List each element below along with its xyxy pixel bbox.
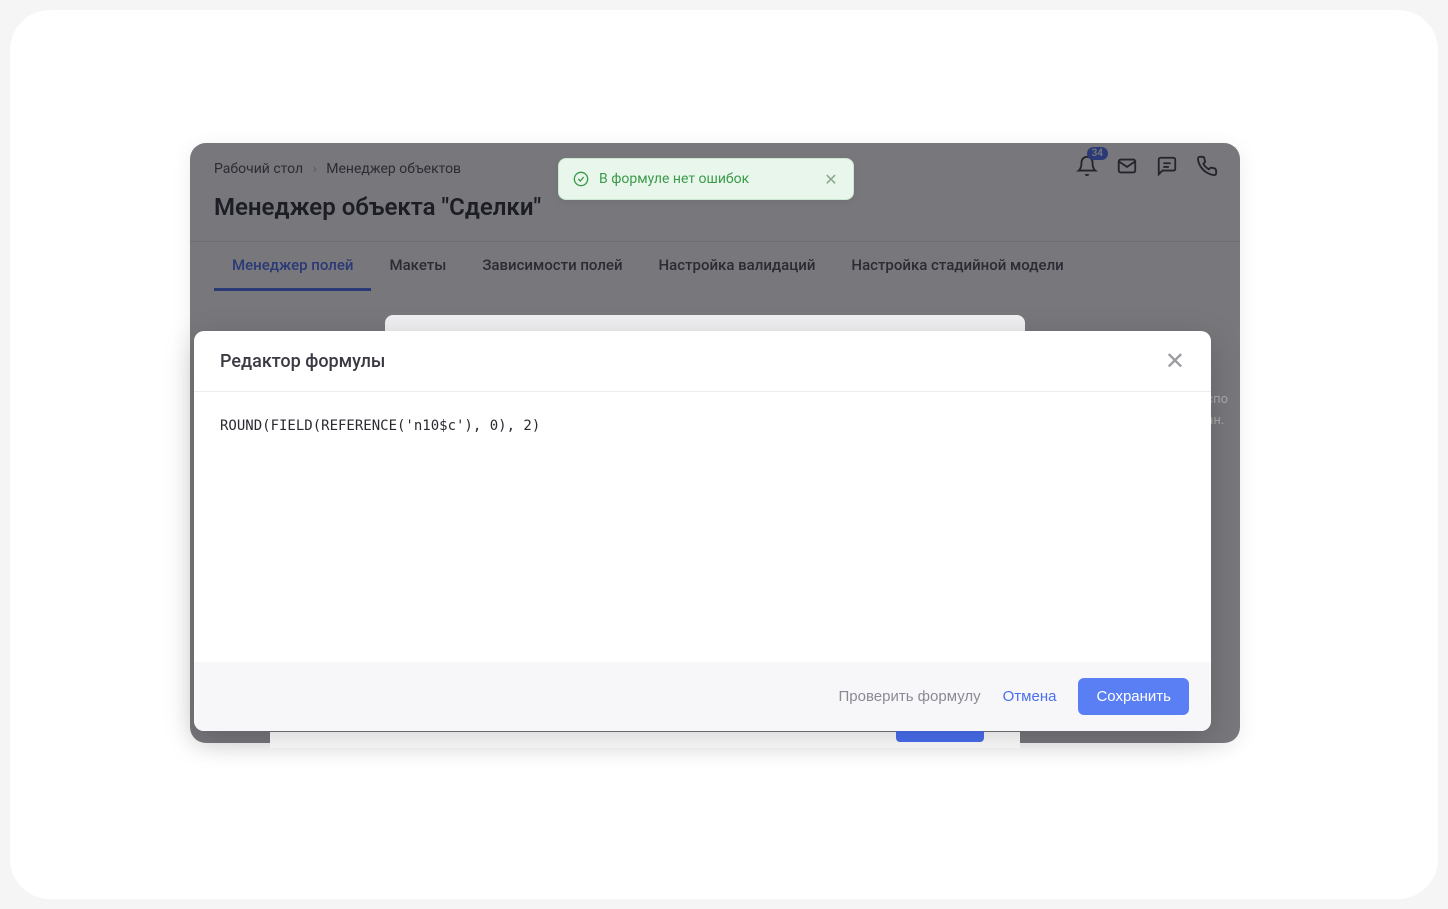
check-circle-icon [573, 171, 589, 187]
check-formula-button[interactable]: Проверить формулу [839, 688, 981, 705]
bottom-strip [270, 732, 1020, 748]
close-icon[interactable]: ✕ [823, 171, 839, 187]
button-edge-indicator [896, 730, 984, 742]
modal-header: Редактор формулы ✕ [194, 331, 1211, 392]
save-button[interactable]: Сохранить [1078, 678, 1189, 715]
cancel-button[interactable]: Отмена [1003, 688, 1057, 705]
formula-input[interactable]: ROUND(FIELD(REFERENCE('n10$c'), 0), 2) [208, 402, 1197, 652]
modal-body: ROUND(FIELD(REFERENCE('n10$c'), 0), 2) [194, 392, 1211, 662]
toast-message: В формуле нет ошибок [599, 171, 813, 187]
formula-editor-modal: Редактор формулы ✕ ROUND(FIELD(REFERENCE… [194, 331, 1211, 731]
success-toast: В формуле нет ошибок ✕ [558, 158, 854, 200]
modal-footer: Проверить формулу Отмена Сохранить [194, 662, 1211, 731]
modal-title: Редактор формулы [220, 351, 385, 372]
close-icon[interactable]: ✕ [1165, 349, 1185, 373]
